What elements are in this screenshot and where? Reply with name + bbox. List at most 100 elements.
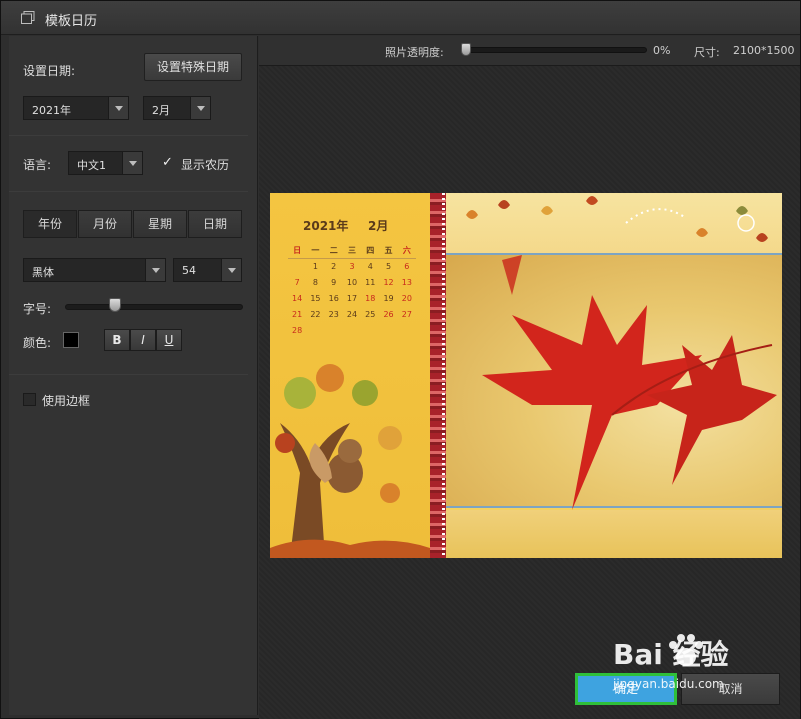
week-row: 7 8 9 10 11 12 13 bbox=[288, 275, 416, 291]
text-element-tabs: 年份 月份 星期 日期 bbox=[23, 210, 256, 238]
size-select[interactable]: 54 bbox=[173, 258, 242, 282]
year-select[interactable]: 2021年 bbox=[23, 96, 129, 120]
autumn-leaves-decoration bbox=[466, 196, 768, 242]
underline-button[interactable]: U bbox=[156, 329, 182, 351]
calendar-preview[interactable]: 2021年 2月 日 一 二 三 四 五 六 1 2 3 4 5 6 7 8 9… bbox=[270, 193, 782, 558]
title-bar[interactable]: 模板日历 bbox=[1, 1, 800, 35]
chevron-down-icon bbox=[108, 97, 128, 119]
dialog-title: 模板日历 bbox=[45, 14, 98, 29]
size-label: 尺寸: bbox=[694, 46, 720, 59]
calendar-grid: 日 一 二 三 四 五 六 1 2 3 4 5 6 7 8 9 10 11 12… bbox=[288, 243, 416, 339]
baidu-watermark: Bai 经验 jingyan.baidu.com bbox=[613, 633, 763, 703]
calendar-month: 2月 bbox=[368, 219, 389, 233]
chevron-down-icon bbox=[145, 259, 165, 281]
font-size-label: 字号: bbox=[23, 302, 52, 316]
day-cell: 26 bbox=[383, 310, 394, 319]
tab-month[interactable]: 月份 bbox=[78, 210, 132, 238]
language-select[interactable]: 中文1 bbox=[68, 151, 143, 175]
language-select-value: 中文1 bbox=[77, 159, 106, 172]
day-cell: 27 bbox=[401, 310, 412, 319]
use-border-checkbox[interactable] bbox=[23, 393, 36, 406]
watermark-url: jingyan.baidu.com bbox=[613, 677, 724, 691]
font-size-slider-thumb[interactable] bbox=[109, 298, 121, 312]
day-cell: 13 bbox=[401, 278, 412, 287]
leaf-border-top bbox=[446, 193, 782, 255]
italic-button[interactable]: I bbox=[130, 329, 156, 351]
preview-area: 照片透明度: 0% 尺寸: 2100*1500 2021年 2月 日 一 二 三… bbox=[259, 36, 800, 719]
weekday-cell: 二 bbox=[324, 243, 343, 259]
day-cell: 11 bbox=[365, 278, 376, 287]
day-cell: 14 bbox=[292, 294, 303, 303]
font-select-value: 黑体 bbox=[32, 266, 54, 279]
squirrel-tree-illustration bbox=[270, 364, 430, 558]
weekday-cell: 六 bbox=[397, 243, 416, 259]
font-size-slider[interactable] bbox=[65, 304, 243, 310]
day-cell bbox=[343, 323, 361, 339]
day-cell: 25 bbox=[365, 310, 376, 319]
day-cell: 28 bbox=[292, 326, 303, 335]
day-cell: 18 bbox=[365, 294, 376, 303]
weekday-cell: 五 bbox=[379, 243, 398, 259]
calendar-year: 2021年 bbox=[303, 219, 349, 233]
chevron-down-icon bbox=[122, 152, 142, 174]
day-cell: 19 bbox=[383, 294, 394, 303]
show-lunar-checkbox[interactable]: ✓ bbox=[162, 156, 176, 170]
day-cell: 10 bbox=[346, 278, 358, 287]
week-row: 28 bbox=[288, 323, 416, 339]
template-calendar-dialog: 模板日历 设置日期: 设置特殊日期 2021年 2月 语言: 中文1 ✓ 显示农… bbox=[0, 0, 801, 719]
day-cell bbox=[379, 323, 397, 339]
font-select[interactable]: 黑体 bbox=[23, 258, 166, 282]
day-cell: 12 bbox=[383, 278, 394, 287]
size-select-value: 54 bbox=[182, 264, 196, 277]
weekday-cell: 一 bbox=[306, 243, 325, 259]
tab-year[interactable]: 年份 bbox=[23, 210, 77, 238]
day-cell bbox=[306, 323, 324, 339]
bold-button[interactable]: B bbox=[104, 329, 130, 351]
day-cell: 16 bbox=[328, 294, 339, 303]
calendar-icon bbox=[21, 11, 35, 24]
day-cell: 6 bbox=[404, 262, 410, 271]
day-cell: 15 bbox=[310, 294, 321, 303]
week-row: 1 2 3 4 5 6 bbox=[288, 259, 416, 275]
special-date-button[interactable]: 设置特殊日期 bbox=[144, 53, 242, 81]
day-cell: 8 bbox=[312, 278, 318, 287]
day-cell bbox=[288, 259, 306, 275]
opacity-value: 0% bbox=[653, 44, 671, 57]
day-cell: 22 bbox=[310, 310, 321, 319]
preview-toolbar: 照片透明度: 0% 尺寸: 2100*1500 bbox=[259, 36, 800, 66]
weekday-cell: 日 bbox=[288, 243, 307, 259]
divider bbox=[9, 191, 248, 192]
day-cell: 3 bbox=[349, 262, 355, 271]
tab-date[interactable]: 日期 bbox=[188, 210, 242, 238]
day-cell: 2 bbox=[331, 262, 337, 271]
month-select-value: 2月 bbox=[152, 104, 170, 117]
week-row: 21 22 23 24 25 26 27 bbox=[288, 307, 416, 323]
maple-leaf-photo[interactable] bbox=[442, 253, 782, 510]
divider bbox=[9, 374, 248, 375]
day-cell: 4 bbox=[367, 262, 373, 271]
opacity-label: 照片透明度: bbox=[385, 46, 444, 59]
color-swatch[interactable] bbox=[63, 332, 79, 348]
size-value: 2100*1500 bbox=[733, 44, 795, 57]
show-lunar-label: 显示农历 bbox=[181, 158, 230, 172]
weekday-cell: 四 bbox=[361, 243, 380, 259]
day-cell: 9 bbox=[331, 278, 337, 287]
opacity-slider[interactable] bbox=[463, 47, 647, 53]
day-cell: 21 bbox=[292, 310, 303, 319]
leaf-border-bottom bbox=[446, 510, 782, 558]
language-label: 语言: bbox=[23, 158, 52, 172]
month-select[interactable]: 2月 bbox=[143, 96, 211, 120]
day-cell bbox=[361, 323, 379, 339]
weekday-cell: 三 bbox=[342, 243, 362, 259]
settings-panel: 设置日期: 设置特殊日期 2021年 2月 语言: 中文1 ✓ 显示农历 年份 … bbox=[9, 36, 258, 715]
day-cell: 17 bbox=[346, 294, 358, 303]
chevron-down-icon bbox=[221, 259, 241, 281]
divider bbox=[9, 135, 248, 136]
use-border-label: 使用边框 bbox=[42, 394, 91, 408]
day-cell: 1 bbox=[312, 262, 318, 271]
day-cell: 24 bbox=[346, 310, 358, 319]
day-cell bbox=[398, 323, 416, 339]
tab-weekday[interactable]: 星期 bbox=[133, 210, 187, 238]
opacity-slider-thumb[interactable] bbox=[461, 43, 471, 56]
year-select-value: 2021年 bbox=[32, 104, 71, 117]
